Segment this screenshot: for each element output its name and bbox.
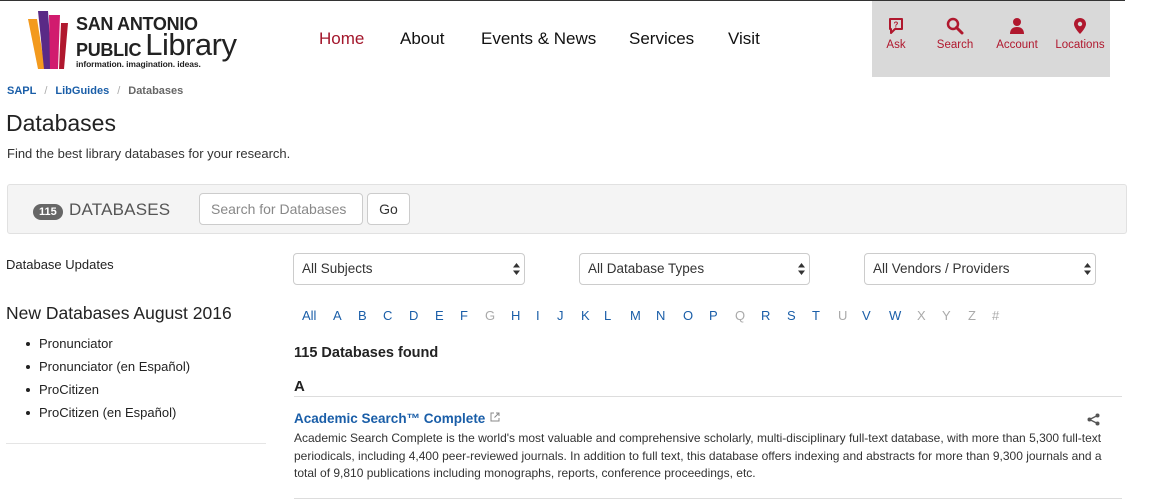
- svg-text:?: ?: [894, 21, 899, 30]
- alpha-filter-w[interactable]: W: [889, 308, 901, 323]
- page-title: Databases: [6, 110, 116, 136]
- alpha-filter-n[interactable]: N: [656, 308, 665, 323]
- alpha-filter-numeric: #: [992, 308, 1000, 323]
- alpha-filter-k[interactable]: K: [581, 308, 590, 323]
- alpha-filter-f[interactable]: F: [460, 308, 468, 323]
- alpha-filter-q: Q: [735, 308, 746, 323]
- new-databases-heading: New Databases August 2016: [6, 303, 232, 323]
- logo-mark-icon: [28, 11, 68, 69]
- database-count-badge: 115: [33, 204, 63, 220]
- sapl-logo[interactable]: SAN ANTONIO PUBLIC Library information. …: [28, 9, 237, 71]
- database-description: Academic Search Complete is the world's …: [294, 431, 1102, 480]
- share-icon[interactable]: [1087, 413, 1100, 431]
- database-search-panel: 115 DATABASES Go: [7, 184, 1127, 234]
- util-locations-label: Locations: [1055, 39, 1105, 51]
- user-icon: [1010, 18, 1024, 34]
- alpha-filter-o[interactable]: O: [683, 308, 693, 323]
- vendors-select[interactable]: All Vendors / Providers: [864, 253, 1096, 285]
- list-item: Pronunciator (en Español): [26, 358, 190, 381]
- logo-line2b: Library: [145, 27, 237, 62]
- util-search[interactable]: Search: [925, 17, 985, 51]
- alpha-filter-h[interactable]: H: [511, 308, 520, 323]
- subjects-select-value: All Subjects: [302, 261, 373, 276]
- alpha-filter-c[interactable]: C: [383, 308, 392, 323]
- nav-services[interactable]: Services: [629, 29, 694, 49]
- alpha-filter-y: Y: [942, 308, 951, 323]
- alpha-filter-x: X: [917, 308, 926, 323]
- databases-label: DATABASES: [69, 200, 171, 219]
- list-item: Pronunciator: [26, 335, 190, 358]
- nav-events-news[interactable]: Events & News: [481, 29, 596, 49]
- subjects-select[interactable]: All Subjects: [293, 253, 525, 285]
- alpha-filter-l[interactable]: L: [604, 308, 611, 323]
- map-pin-icon: [1074, 18, 1086, 34]
- alpha-filter-a[interactable]: A: [333, 308, 342, 323]
- alpha-filter-d[interactable]: D: [409, 308, 418, 323]
- external-link-icon: [490, 410, 500, 425]
- nav-visit[interactable]: Visit: [728, 29, 760, 49]
- breadcrumb-current: Databases: [128, 85, 184, 97]
- new-databases-list: Pronunciator Pronunciator (en Español) P…: [26, 335, 190, 427]
- utility-nav: ? Ask Search Account Locations: [872, 1, 1110, 77]
- select-caret-icon: [513, 263, 520, 275]
- util-account[interactable]: Account: [987, 17, 1047, 51]
- result-divider: [294, 498, 1122, 499]
- util-ask-label: Ask: [886, 39, 906, 51]
- alpha-filter-v[interactable]: V: [862, 308, 871, 323]
- alpha-filter-b[interactable]: B: [358, 308, 367, 323]
- vendors-select-value: All Vendors / Providers: [873, 261, 1010, 276]
- list-item: ProCitizen (en Español): [26, 404, 190, 427]
- database-search-input[interactable]: [199, 193, 363, 225]
- alpha-filter-u: U: [838, 308, 848, 323]
- database-title: Academic Search™ Complete: [294, 411, 486, 426]
- letter-heading: A: [294, 378, 305, 395]
- alpha-filter-z: Z: [968, 308, 976, 323]
- alpha-filter-r[interactable]: R: [761, 308, 770, 323]
- alpha-filter-m[interactable]: M: [630, 308, 641, 323]
- breadcrumb-sapl[interactable]: SAPL: [7, 85, 36, 97]
- alpha-filter-g: G: [485, 308, 496, 323]
- alpha-filter-j[interactable]: J: [557, 308, 564, 323]
- sidebar-divider: [6, 443, 266, 444]
- alpha-filter-i[interactable]: I: [536, 308, 540, 323]
- alpha-filter-e[interactable]: E: [435, 308, 444, 323]
- alpha-filter-s[interactable]: S: [787, 308, 796, 323]
- types-select-value: All Database Types: [588, 261, 705, 276]
- results-count: 115 Databases found: [294, 345, 439, 361]
- database-types-select[interactable]: All Database Types: [579, 253, 810, 285]
- page-subtitle: Find the best library databases for your…: [7, 146, 291, 161]
- alpha-filter-p[interactable]: P: [709, 308, 718, 323]
- search-icon: [946, 17, 964, 35]
- alpha-filter-t[interactable]: T: [812, 308, 820, 323]
- letter-divider: [294, 396, 1122, 397]
- database-updates-label: Database Updates: [6, 257, 114, 272]
- util-locations[interactable]: Locations: [1050, 17, 1110, 51]
- select-caret-icon: [798, 263, 805, 275]
- util-search-label: Search: [936, 39, 974, 51]
- alpha-filter-all[interactable]: All: [302, 308, 316, 323]
- breadcrumb-separator: /: [117, 85, 121, 97]
- util-account-label: Account: [996, 39, 1038, 51]
- database-title-link[interactable]: Academic Search™ Complete: [294, 410, 500, 426]
- breadcrumb-separator: /: [44, 85, 48, 97]
- breadcrumb: SAPL / LibGuides / Databases: [7, 85, 183, 97]
- chat-question-icon: ?: [889, 18, 903, 34]
- breadcrumb-libguides[interactable]: LibGuides: [55, 85, 109, 97]
- nav-home[interactable]: Home: [319, 29, 364, 49]
- list-item: ProCitizen: [26, 381, 190, 404]
- go-button[interactable]: Go: [367, 193, 410, 225]
- nav-about[interactable]: About: [400, 29, 444, 49]
- logo-line2a: PUBLIC: [76, 39, 142, 60]
- select-caret-icon: [1084, 263, 1091, 275]
- util-ask[interactable]: ? Ask: [866, 17, 926, 51]
